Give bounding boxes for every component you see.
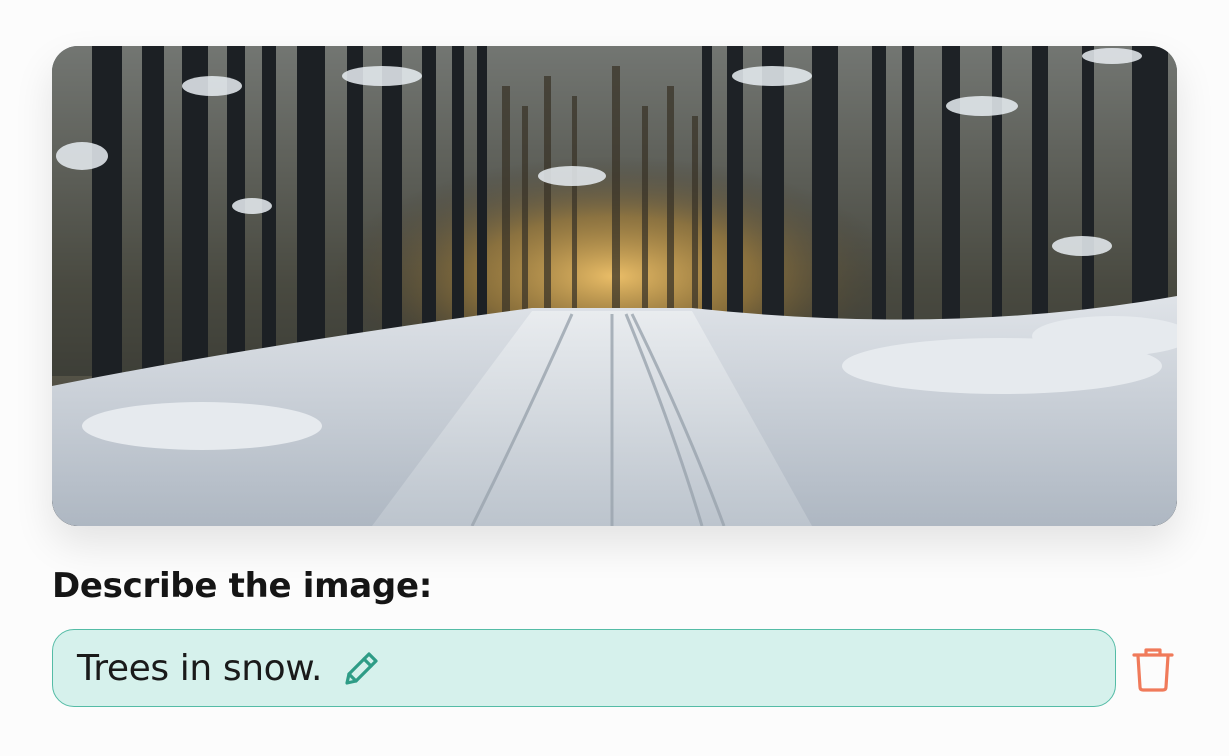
pencil-icon[interactable]: [340, 646, 384, 690]
image-description-card: Describe the image: Trees in snow.: [0, 0, 1229, 756]
answer-text: Trees in snow.: [77, 647, 323, 689]
forest-photo: [52, 46, 1177, 526]
description-answer-field[interactable]: Trees in snow.: [52, 629, 1116, 707]
snowy-forest-image: [52, 46, 1177, 526]
prompt-label: Describe the image:: [52, 566, 433, 606]
trash-icon[interactable]: [1131, 645, 1175, 693]
